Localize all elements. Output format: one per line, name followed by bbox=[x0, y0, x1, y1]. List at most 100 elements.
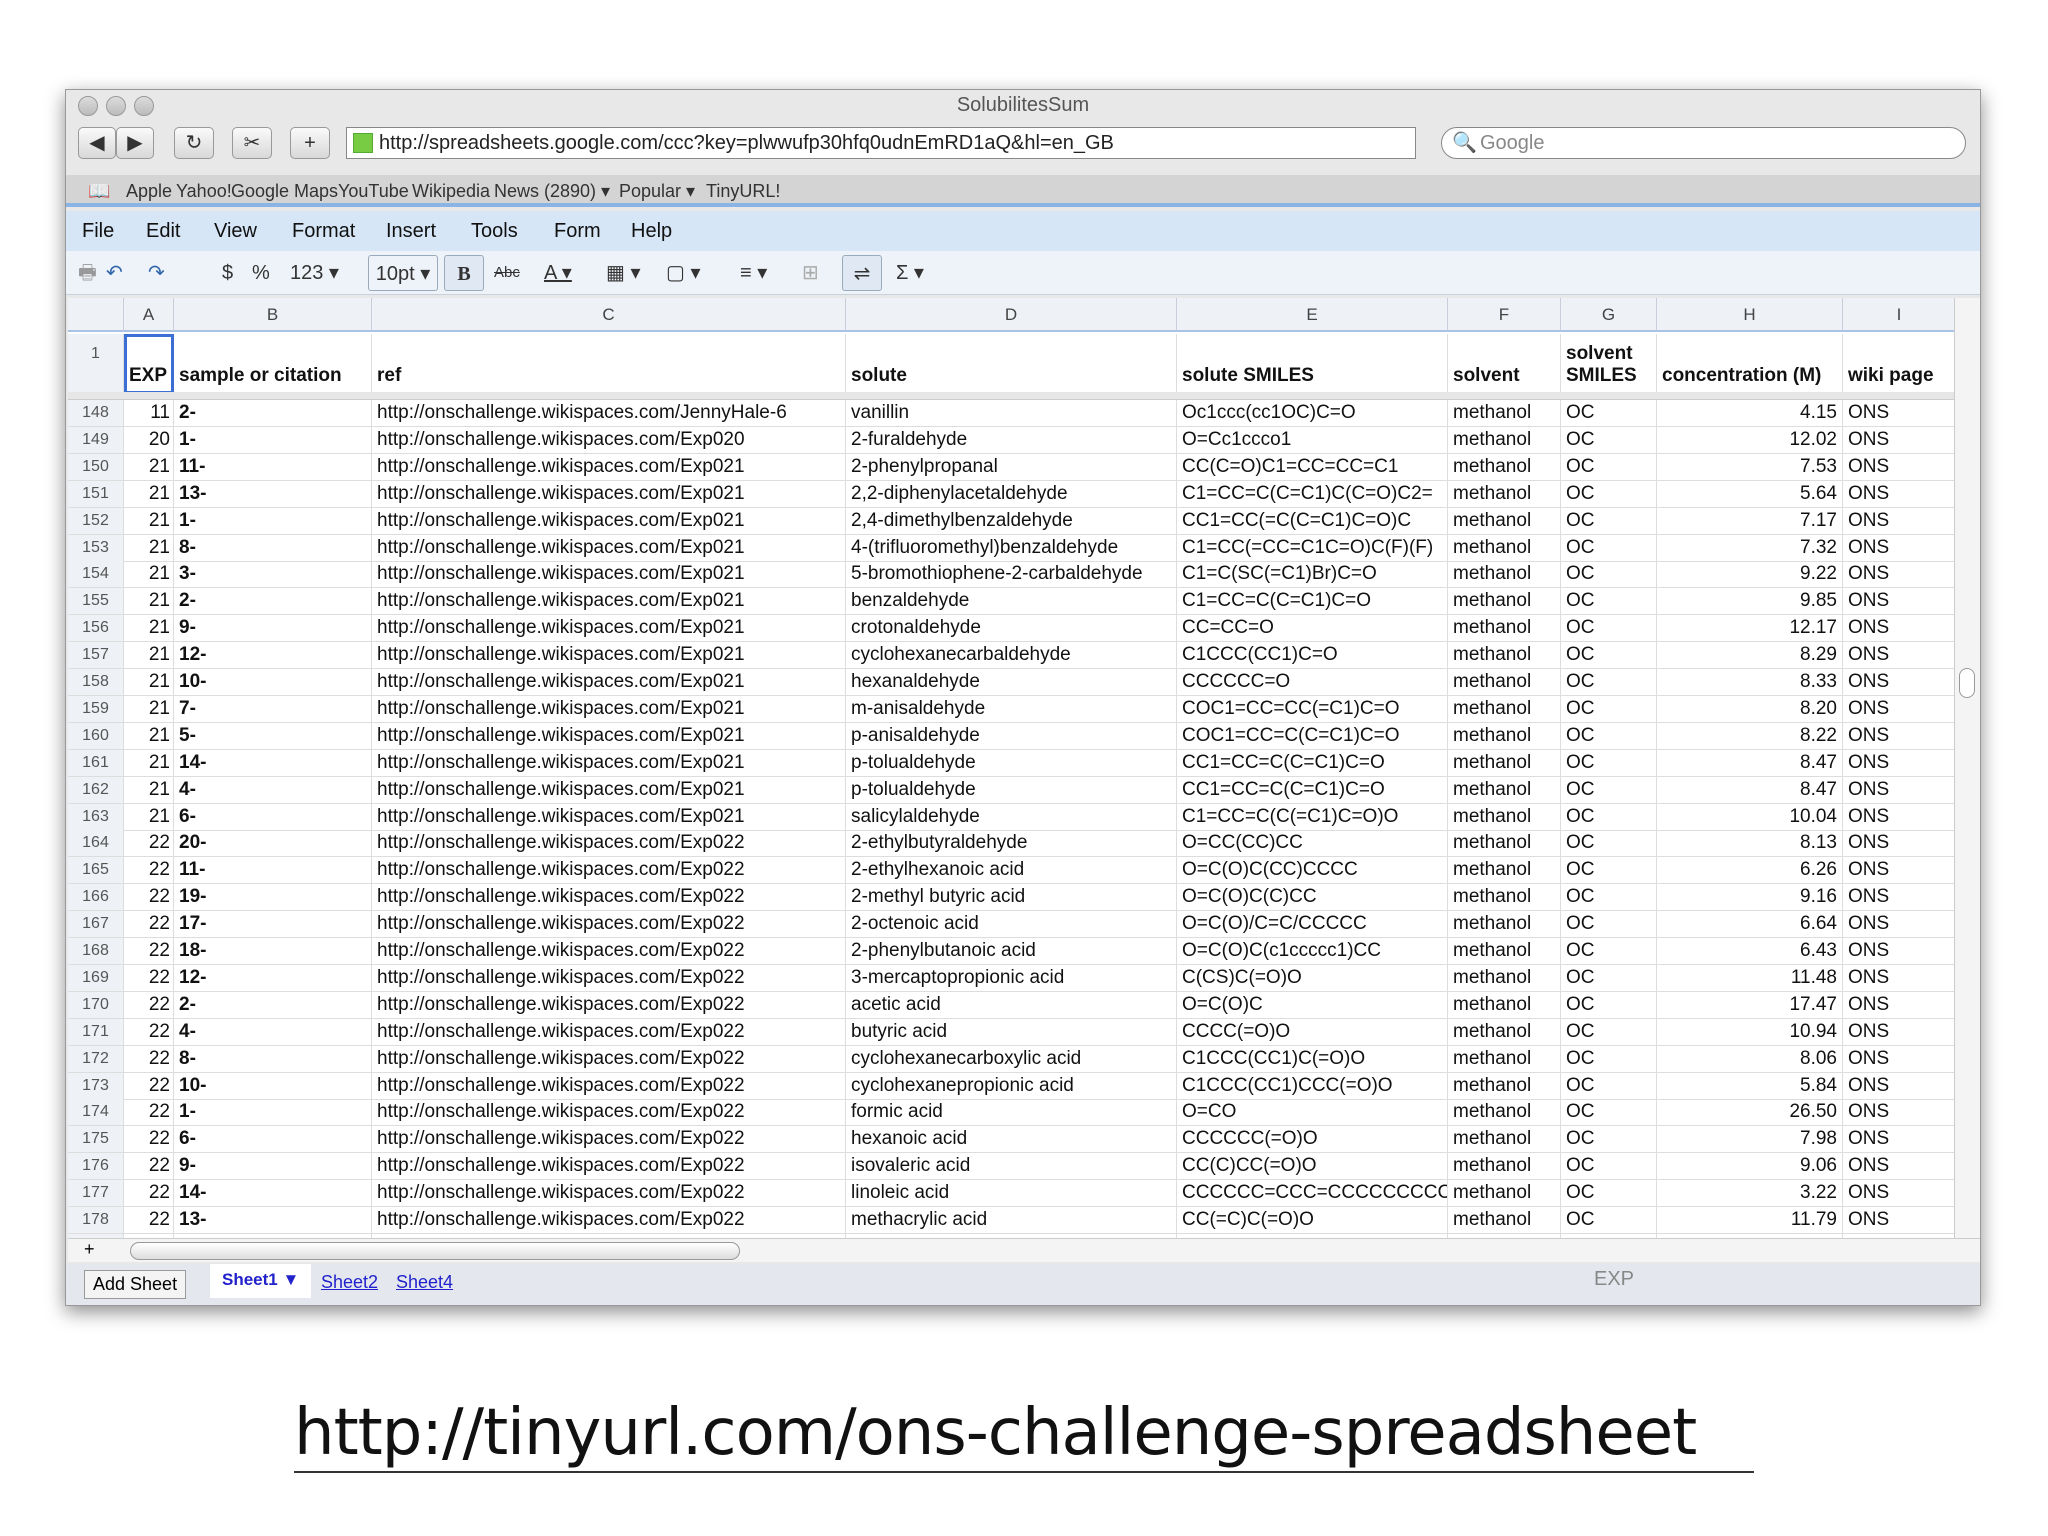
table-cell[interactable]: ONS bbox=[1843, 561, 1956, 589]
table-cell[interactable]: http://onschallenge.wikispaces.com/Exp02… bbox=[372, 453, 846, 481]
row-header[interactable]: 150 bbox=[68, 453, 124, 481]
table-cell[interactable]: 21 bbox=[124, 480, 174, 508]
table-cell[interactable]: 11- bbox=[174, 453, 372, 481]
table-cell[interactable]: ONS bbox=[1843, 722, 1956, 750]
table-cell[interactable]: methanol bbox=[1448, 1207, 1561, 1234]
table-cell[interactable]: 14- bbox=[174, 749, 372, 777]
table-cell[interactable]: ONS bbox=[1843, 964, 1956, 992]
table-cell[interactable]: OC bbox=[1561, 1045, 1657, 1073]
table-cell[interactable]: http://onschallenge.wikispaces.com/Exp02… bbox=[372, 1126, 846, 1154]
table-cell[interactable]: 21 bbox=[124, 776, 174, 804]
table-cell[interactable]: C1CCC(CC1)CCC(=O)O bbox=[1177, 1072, 1448, 1100]
table-cell[interactable]: 11 bbox=[124, 400, 174, 427]
table-cell[interactable]: http://onschallenge.wikispaces.com/Exp02… bbox=[372, 1045, 846, 1073]
table-cell[interactable]: O=Cc1ccco1 bbox=[1177, 426, 1448, 454]
back-button[interactable]: ◀ bbox=[78, 127, 116, 159]
table-cell[interactable]: methanol bbox=[1448, 803, 1561, 831]
vertical-scrollbar[interactable] bbox=[1954, 298, 1980, 1248]
table-cell[interactable]: methanol bbox=[1448, 1180, 1561, 1208]
table-cell[interactable]: O=C(O)C bbox=[1177, 991, 1448, 1019]
table-cell[interactable]: CC(C=O)C1=CC=CC=C1 bbox=[1177, 453, 1448, 481]
table-cell[interactable]: OC bbox=[1561, 1099, 1657, 1127]
table-cell[interactable]: benzaldehyde bbox=[846, 588, 1177, 616]
row-header[interactable]: 175 bbox=[68, 1126, 124, 1154]
table-cell[interactable]: cyclohexanecarbaldehyde bbox=[846, 642, 1177, 670]
table-cell[interactable]: 22 bbox=[124, 830, 174, 858]
snippet-icon[interactable]: ✂ bbox=[232, 127, 272, 159]
table-cell[interactable]: 8.47 bbox=[1657, 776, 1843, 804]
table-cell[interactable]: methacrylic acid bbox=[846, 1207, 1177, 1234]
table-cell[interactable]: Oc1ccc(cc1OC)C=O bbox=[1177, 400, 1448, 427]
row-header[interactable]: 162 bbox=[68, 776, 124, 804]
table-cell[interactable]: http://onschallenge.wikispaces.com/Exp02… bbox=[372, 803, 846, 831]
table-cell[interactable]: methanol bbox=[1448, 426, 1561, 454]
table-cell[interactable]: 21 bbox=[124, 507, 174, 535]
header-cell[interactable]: concentration (M) bbox=[1657, 334, 1843, 394]
table-cell[interactable]: m-anisaldehyde bbox=[846, 695, 1177, 723]
table-cell[interactable]: methanol bbox=[1448, 400, 1561, 427]
tab-sheet2[interactable]: Sheet2 bbox=[321, 1272, 378, 1293]
bookmark-popular[interactable]: Popular ▾ bbox=[619, 175, 695, 207]
table-cell[interactable]: 2- bbox=[174, 400, 372, 427]
table-cell[interactable]: 2- bbox=[174, 588, 372, 616]
bookmark-apple[interactable]: Apple bbox=[126, 175, 172, 207]
table-cell[interactable]: 9- bbox=[174, 615, 372, 643]
table-cell[interactable]: methanol bbox=[1448, 695, 1561, 723]
table-cell[interactable]: 21 bbox=[124, 803, 174, 831]
row-header[interactable]: 161 bbox=[68, 749, 124, 777]
header-cell[interactable]: wiki page bbox=[1843, 334, 1956, 394]
table-cell[interactable]: methanol bbox=[1448, 615, 1561, 643]
table-cell[interactable]: COC1=CC=C(C=C1)C=O bbox=[1177, 722, 1448, 750]
table-cell[interactable]: OC bbox=[1561, 884, 1657, 912]
footer-link[interactable]: http://tinyurl.com/ons-challenge-spreads… bbox=[294, 1395, 1754, 1473]
font-size-dropdown[interactable]: 10pt ▾ bbox=[368, 255, 438, 291]
table-cell[interactable]: OC bbox=[1561, 615, 1657, 643]
table-cell[interactable]: http://onschallenge.wikispaces.com/Exp02… bbox=[372, 507, 846, 535]
table-cell[interactable]: OC bbox=[1561, 776, 1657, 804]
table-cell[interactable]: OC bbox=[1561, 507, 1657, 535]
table-cell[interactable]: 21 bbox=[124, 534, 174, 562]
table-cell[interactable]: 8.29 bbox=[1657, 642, 1843, 670]
table-cell[interactable]: 11- bbox=[174, 857, 372, 885]
row-header[interactable]: 169 bbox=[68, 964, 124, 992]
table-cell[interactable]: 14- bbox=[174, 1180, 372, 1208]
menu-insert[interactable]: Insert bbox=[386, 211, 436, 251]
table-cell[interactable]: OC bbox=[1561, 588, 1657, 616]
table-cell[interactable]: 21 bbox=[124, 615, 174, 643]
table-cell[interactable]: 10.04 bbox=[1657, 803, 1843, 831]
table-cell[interactable]: 8.06 bbox=[1657, 1045, 1843, 1073]
table-cell[interactable]: 4-(trifluoromethyl)benzaldehyde bbox=[846, 534, 1177, 562]
header-cell[interactable]: solute bbox=[846, 334, 1177, 394]
table-cell[interactable]: OC bbox=[1561, 669, 1657, 696]
table-cell[interactable]: ONS bbox=[1843, 991, 1956, 1019]
table-cell[interactable]: ONS bbox=[1843, 1018, 1956, 1046]
table-cell[interactable]: p-tolualdehyde bbox=[846, 749, 1177, 777]
header-cell[interactable]: sample or citation bbox=[174, 334, 372, 394]
table-cell[interactable]: 2- bbox=[174, 991, 372, 1019]
table-cell[interactable]: 7.17 bbox=[1657, 507, 1843, 535]
table-cell[interactable]: 20- bbox=[174, 830, 372, 858]
table-cell[interactable]: 2-phenylpropanal bbox=[846, 453, 1177, 481]
table-cell[interactable]: ONS bbox=[1843, 857, 1956, 885]
row-header[interactable]: 159 bbox=[68, 695, 124, 723]
bookmark-yahoo[interactable]: Yahoo! bbox=[176, 175, 232, 207]
currency-format-button[interactable]: $ bbox=[222, 251, 233, 295]
table-cell[interactable]: 1- bbox=[174, 1099, 372, 1127]
table-cell[interactable]: 4- bbox=[174, 1018, 372, 1046]
table-cell[interactable]: OC bbox=[1561, 830, 1657, 858]
table-cell[interactable]: 3-mercaptopropionic acid bbox=[846, 964, 1177, 992]
bold-button[interactable]: B bbox=[444, 255, 484, 291]
row-header[interactable]: 156 bbox=[68, 615, 124, 643]
horizontal-scrollbar[interactable]: + bbox=[68, 1238, 1980, 1262]
column-header-I[interactable]: I bbox=[1843, 298, 1956, 332]
table-cell[interactable]: ONS bbox=[1843, 776, 1956, 804]
address-bar[interactable]: http://spreadsheets.google.com/ccc?key=p… bbox=[346, 127, 1416, 159]
table-cell[interactable]: O=C(O)C(CC)CCCC bbox=[1177, 857, 1448, 885]
header-cell[interactable]: solute SMILES bbox=[1177, 334, 1448, 394]
header-cell[interactable]: EXP bbox=[124, 334, 174, 394]
table-cell[interactable]: 26.50 bbox=[1657, 1099, 1843, 1127]
column-header-E[interactable]: E bbox=[1177, 298, 1448, 332]
row-header[interactable]: 178 bbox=[68, 1207, 124, 1234]
table-cell[interactable]: formic acid bbox=[846, 1099, 1177, 1127]
table-cell[interactable]: OC bbox=[1561, 426, 1657, 454]
